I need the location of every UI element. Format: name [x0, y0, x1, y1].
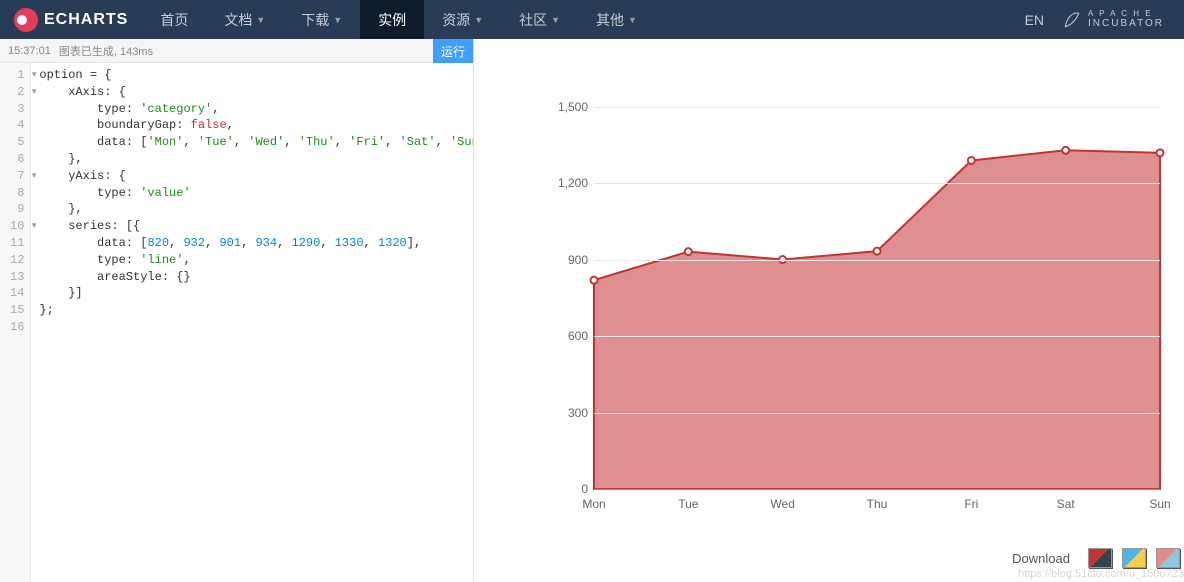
incubator-top: A P A C H E — [1088, 10, 1164, 19]
x-tick-label: Thu — [867, 497, 888, 511]
editor-pane: 15:37:01 图表已生成, 143ms 运行 123456789101112… — [0, 39, 474, 582]
editor-gutter: 12345678910111213141516 — [0, 63, 31, 582]
echarts-logo-icon — [14, 8, 38, 32]
y-tick-label: 0 — [546, 482, 588, 496]
nav-item-6[interactable]: 其他▼ — [578, 0, 655, 39]
y-tick-label: 300 — [546, 406, 588, 420]
nav-item-5[interactable]: 社区▼ — [501, 0, 578, 39]
nav-item-4[interactable]: 资源▼ — [424, 0, 501, 39]
chevron-down-icon: ▼ — [551, 15, 560, 25]
theme-swatch-pastel[interactable] — [1156, 548, 1180, 568]
feather-icon — [1062, 10, 1082, 30]
chart-wrapper: 0 300 600 900 1,200 1,500 Mon Tue Wed Thu Fri Sat Su… — [534, 89, 1174, 549]
download-link[interactable]: Download — [1012, 551, 1070, 566]
language-switch[interactable]: EN — [1025, 12, 1044, 28]
run-button[interactable]: 运行 — [433, 39, 473, 63]
x-tick-label: Sun — [1149, 497, 1170, 511]
code-editor[interactable]: 12345678910111213141516 option = { xAxis… — [0, 63, 473, 582]
chart-footer-controls: Download — [1012, 548, 1180, 568]
nav-item-1[interactable]: 文档▼ — [206, 0, 283, 39]
theme-swatch-light[interactable] — [1122, 548, 1146, 568]
y-tick-label: 900 — [546, 253, 588, 267]
chevron-down-icon: ▼ — [474, 15, 483, 25]
theme-swatches — [1088, 548, 1180, 568]
chart-plot-area: 03006009001,2001,500MonTueWedThuFriSatSu… — [594, 107, 1160, 489]
y-tick-label: 1,500 — [546, 100, 588, 114]
nav-right: EN A P A C H E INCUBATOR — [1025, 0, 1184, 39]
x-tick-label: Tue — [678, 497, 698, 511]
apache-incubator-logo[interactable]: A P A C H E INCUBATOR — [1062, 10, 1164, 30]
chart-pane: 0 300 600 900 1,200 1,500 Mon Tue Wed Thu Fri Sat Su… — [474, 39, 1184, 582]
y-tick-label: 1,200 — [546, 176, 588, 190]
chevron-down-icon: ▼ — [628, 15, 637, 25]
chevron-down-icon: ▼ — [256, 15, 265, 25]
brand-text: ECHARTS — [44, 11, 128, 29]
watermark-text: https://blog.51cto.com/u_15067237 — [1018, 568, 1184, 580]
data-point[interactable] — [1157, 149, 1164, 156]
x-tick-label: Wed — [770, 497, 794, 511]
status-message: 图表已生成, 143ms — [51, 43, 153, 59]
theme-swatch-default[interactable] — [1088, 548, 1112, 568]
data-point[interactable] — [874, 248, 881, 255]
status-timestamp: 15:37:01 — [0, 45, 51, 57]
x-tick-label: Sat — [1057, 497, 1075, 511]
data-point[interactable] — [591, 277, 598, 284]
nav-item-3[interactable]: 实例 — [360, 0, 424, 39]
y-tick-label: 600 — [546, 329, 588, 343]
editor-status-bar: 15:37:01 图表已生成, 143ms 运行 — [0, 39, 473, 63]
top-navbar: ECHARTS 首页文档▼下载▼实例资源▼社区▼其他▼ EN A P A C H… — [0, 0, 1184, 39]
editor-code[interactable]: option = { xAxis: { type: 'category', bo… — [31, 63, 473, 582]
main-split: 15:37:01 图表已生成, 143ms 运行 123456789101112… — [0, 39, 1184, 582]
x-tick-label: Fri — [964, 497, 978, 511]
data-point[interactable] — [968, 157, 975, 164]
data-point[interactable] — [685, 248, 692, 255]
nav-item-0[interactable]: 首页 — [142, 0, 206, 39]
data-point[interactable] — [1062, 147, 1069, 154]
brand[interactable]: ECHARTS — [0, 0, 142, 39]
nav-item-2[interactable]: 下载▼ — [283, 0, 360, 39]
chevron-down-icon: ▼ — [333, 15, 342, 25]
x-tick-label: Mon — [582, 497, 605, 511]
area-chart-svg — [594, 107, 1160, 489]
incubator-bottom: INCUBATOR — [1088, 18, 1164, 29]
nav-items: 首页文档▼下载▼实例资源▼社区▼其他▼ — [142, 0, 655, 39]
